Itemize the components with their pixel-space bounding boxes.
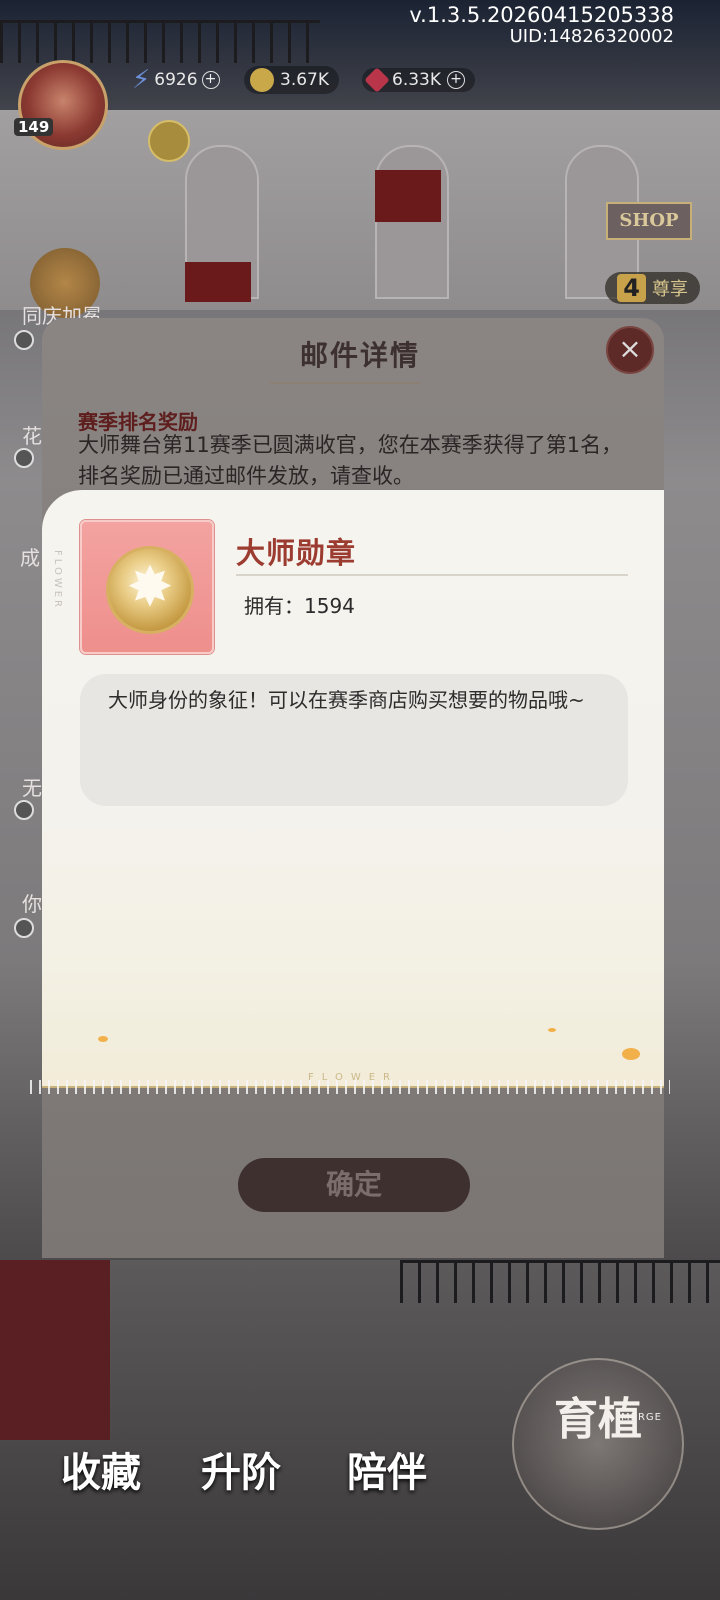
gem-counter[interactable]: 6.33K + bbox=[362, 66, 475, 94]
clock-icon bbox=[14, 918, 34, 938]
merge-button[interactable]: MERGE 育植 bbox=[512, 1358, 684, 1530]
rank-number: 4 bbox=[617, 274, 646, 302]
building-window bbox=[375, 145, 449, 299]
add-gem-icon[interactable]: + bbox=[447, 71, 465, 89]
nav-companion-label: 陪伴 bbox=[347, 1449, 427, 1496]
coin-icon bbox=[250, 68, 274, 92]
coin-value: 3.67K bbox=[280, 70, 329, 90]
side-event-label[interactable]: 花 bbox=[22, 420, 42, 449]
flower-decoration: FLOWER bbox=[52, 550, 63, 610]
player-level: 149 bbox=[14, 118, 54, 136]
shop-button[interactable]: SHOP bbox=[606, 202, 692, 240]
nav-collect-button[interactable]: 收藏 bbox=[36, 1440, 166, 1498]
coin-counter[interactable]: 3.67K bbox=[244, 66, 339, 94]
item-description-box: 大师身份的象征！可以在赛季商店购买想要的物品哦~ bbox=[80, 674, 628, 806]
mail-body: 大师舞台第11赛季已圆满收官，您在本赛季获得了第1名，排名奖励已通过邮件发放，请… bbox=[78, 433, 623, 488]
nav-upgrade-label: 升阶 bbox=[201, 1449, 281, 1496]
merge-cn-label: 育植 bbox=[554, 1394, 642, 1445]
clock-icon bbox=[14, 448, 34, 468]
iron-fence bbox=[0, 20, 320, 63]
rank-badge[interactable]: 4 尊享 bbox=[605, 272, 700, 304]
close-icon[interactable]: × bbox=[606, 326, 654, 374]
red-awning bbox=[185, 262, 251, 302]
energy-counter[interactable]: ⚡ 6926 + bbox=[132, 65, 220, 95]
item-name-divider bbox=[236, 574, 628, 576]
sparkle-decoration bbox=[548, 1028, 556, 1032]
iron-fence bbox=[400, 1260, 720, 1303]
item-description: 大师身份的象征！可以在赛季商店购买想要的物品哦~ bbox=[108, 688, 585, 712]
red-pillar bbox=[0, 1260, 110, 1440]
coin-pill: 3.67K bbox=[244, 66, 339, 94]
gem-value: 6.33K bbox=[392, 70, 441, 90]
title-divider bbox=[270, 382, 420, 384]
side-event-label[interactable]: 无 bbox=[22, 772, 42, 801]
sparkle-decoration bbox=[98, 1036, 108, 1042]
side-event-label[interactable]: 你 bbox=[22, 888, 42, 917]
nav-upgrade-button[interactable]: 升阶 bbox=[176, 1440, 306, 1498]
item-name: 大师勋章 bbox=[236, 536, 357, 570]
uid-text: UID:14826320002 bbox=[509, 26, 674, 47]
energy-value: 6926 bbox=[154, 70, 198, 90]
star-emblem-icon: ✸ bbox=[126, 555, 174, 620]
master-medal-icon: ✸ bbox=[106, 546, 194, 634]
player-avatar[interactable] bbox=[18, 60, 108, 150]
version-info: v.1.3.5.20260415205338 UID:14826320002 bbox=[409, 4, 674, 48]
item-card: ✸ bbox=[80, 520, 214, 654]
nav-collect-label: 收藏 bbox=[61, 1449, 141, 1496]
nav-companion-button[interactable]: 陪伴 bbox=[322, 1440, 452, 1498]
item-owned-count: 拥有：1594 bbox=[244, 594, 355, 618]
version-text: v.1.3.5.20260415205338 bbox=[409, 3, 674, 27]
event-badge-icon[interactable] bbox=[148, 120, 190, 162]
sparkle-decoration bbox=[622, 1048, 640, 1060]
confirm-button[interactable]: 确定 bbox=[238, 1158, 470, 1212]
side-event-label[interactable]: 成 bbox=[20, 542, 40, 571]
add-energy-icon[interactable]: + bbox=[201, 71, 220, 89]
red-awning bbox=[375, 170, 441, 222]
gem-pill: 6.33K + bbox=[362, 67, 475, 93]
clock-icon bbox=[14, 800, 34, 820]
lightning-icon: ⚡ bbox=[132, 65, 151, 95]
rank-label: 尊享 bbox=[652, 279, 688, 300]
glitter-edge bbox=[30, 1080, 670, 1094]
gem-icon bbox=[364, 67, 390, 93]
